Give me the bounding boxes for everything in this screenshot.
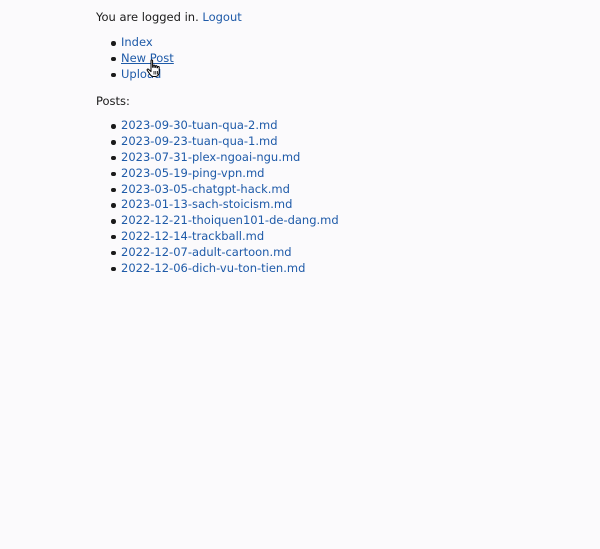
post-link[interactable]: 2023-07-31-plex-ngoai-ngu.md <box>121 150 300 164</box>
nav-item-new-post: New Post <box>96 51 339 67</box>
nav-item-upload: Upload <box>96 67 339 83</box>
index-link[interactable]: Index <box>121 35 153 49</box>
post-link[interactable]: 2022-12-14-trackball.md <box>121 229 264 243</box>
list-item: 2023-05-19-ping-vpn.md <box>96 166 339 182</box>
login-status-text: You are logged in. <box>96 10 199 24</box>
list-item: 2023-07-31-plex-ngoai-ngu.md <box>96 150 339 166</box>
list-item: 2022-12-07-adult-cartoon.md <box>96 245 339 261</box>
posts-heading: Posts: <box>96 94 130 109</box>
list-item: 2022-12-21-thoiquen101-de-dang.md <box>96 213 339 229</box>
post-link[interactable]: 2023-09-23-tuan-qua-1.md <box>121 134 278 148</box>
list-item: 2023-03-05-chatgpt-hack.md <box>96 182 339 198</box>
post-link[interactable]: 2022-12-07-adult-cartoon.md <box>121 245 292 259</box>
post-link[interactable]: 2022-12-06-dich-vu-ton-tien.md <box>121 261 305 275</box>
list-item: 2023-09-30-tuan-qua-2.md <box>96 118 339 134</box>
post-link[interactable]: 2023-03-05-chatgpt-hack.md <box>121 182 290 196</box>
nav-list: Index New Post Upload <box>96 35 339 82</box>
login-status: You are logged in. Logout <box>96 9 339 25</box>
nav-item-index: Index <box>96 35 339 51</box>
list-item: 2023-09-23-tuan-qua-1.md <box>96 134 339 150</box>
list-item: 2022-12-14-trackball.md <box>96 229 339 245</box>
list-item: 2022-12-06-dich-vu-ton-tien.md <box>96 261 339 277</box>
post-link[interactable]: 2023-09-30-tuan-qua-2.md <box>121 118 278 132</box>
post-link[interactable]: 2022-12-21-thoiquen101-de-dang.md <box>121 213 339 227</box>
list-item: 2023-01-13-sach-stoicism.md <box>96 197 339 213</box>
hand-pointer-icon <box>146 59 160 77</box>
posts-list: 2023-09-30-tuan-qua-2.md 2023-09-23-tuan… <box>96 118 339 276</box>
page-content: You are logged in. Logout Index New Post… <box>96 9 339 276</box>
post-link[interactable]: 2023-01-13-sach-stoicism.md <box>121 197 292 211</box>
post-link[interactable]: 2023-05-19-ping-vpn.md <box>121 166 264 180</box>
logout-link[interactable]: Logout <box>202 10 241 24</box>
